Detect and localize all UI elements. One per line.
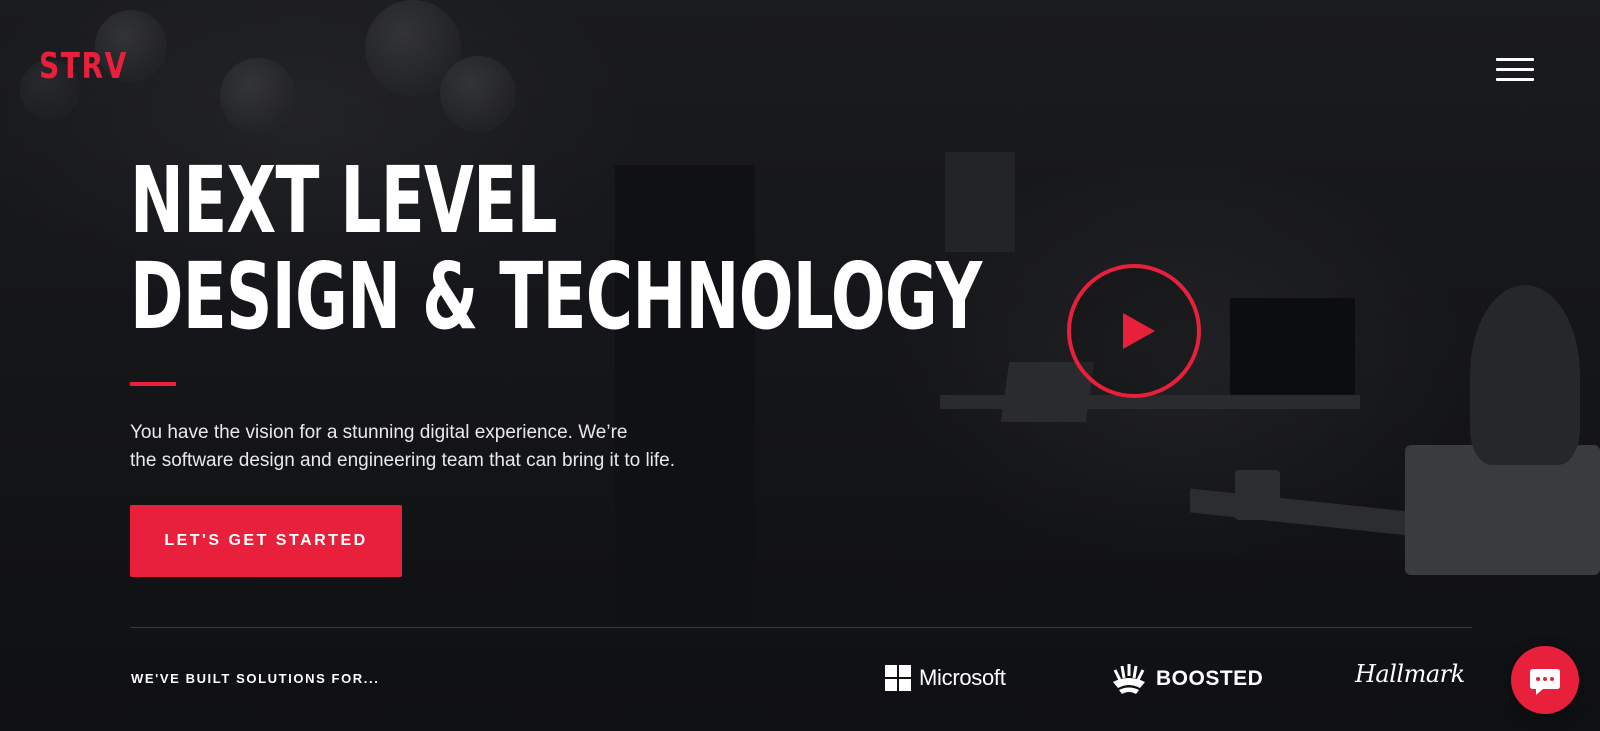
play-icon xyxy=(1123,313,1155,349)
subtext-line-1: You have the vision for a stunning digit… xyxy=(130,422,628,443)
client-logo-boosted: BOOSTED xyxy=(1110,662,1263,696)
hero-headline: NEXT LEVEL DESIGN & TECHNOLOGY xyxy=(130,153,982,345)
hallmark-wordmark: Hallmark xyxy=(1355,660,1465,688)
get-started-button[interactable]: LET'S GET STARTED xyxy=(130,505,402,577)
client-logo-microsoft: Microsoft xyxy=(885,665,1006,691)
boosted-wordmark: BOOSTED xyxy=(1156,667,1264,690)
headline-line-1: NEXT LEVEL xyxy=(130,147,557,254)
strv-logo[interactable]: STRV xyxy=(39,46,128,87)
subtext-line-2: the software design and engineering team… xyxy=(130,450,676,471)
windows-logo-icon xyxy=(885,665,911,691)
chat-button[interactable] xyxy=(1511,646,1579,714)
hero-subtext: You have the vision for a stunning digit… xyxy=(130,419,770,475)
clients-divider xyxy=(130,627,1472,628)
chat-bubble-icon xyxy=(1530,669,1560,695)
play-video-button[interactable] xyxy=(1067,264,1201,398)
background-photo xyxy=(0,0,1600,731)
headline-line-2: DESIGN & TECHNOLOGY xyxy=(130,243,982,350)
microsoft-wordmark: Microsoft xyxy=(919,665,1006,690)
client-logo-hallmark: Hallmark xyxy=(1355,660,1465,688)
hero-section: STRV NEXT LEVEL DESIGN & TECHNOLOGY You … xyxy=(0,0,1600,731)
accent-divider xyxy=(130,382,176,386)
boosted-logo-icon xyxy=(1113,664,1145,694)
clients-label: WE'VE BUILT SOLUTIONS FOR... xyxy=(131,671,380,686)
hamburger-menu-icon[interactable] xyxy=(1496,58,1534,84)
